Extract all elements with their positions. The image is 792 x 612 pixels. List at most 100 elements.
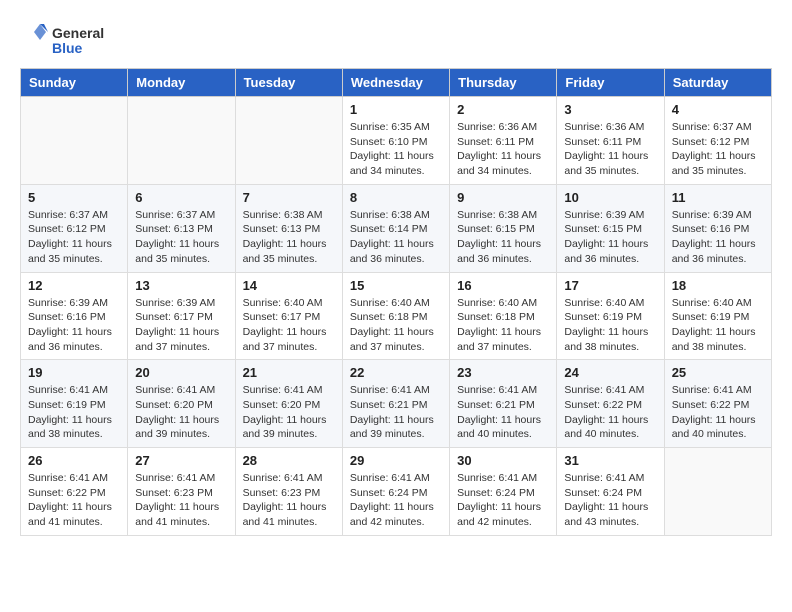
- day-number: 22: [350, 365, 442, 380]
- day-info: Sunrise: 6:36 AMSunset: 6:11 PMDaylight:…: [564, 120, 656, 179]
- calendar-cell: 25 Sunrise: 6:41 AMSunset: 6:22 PMDayligh…: [664, 360, 771, 448]
- day-info: Sunrise: 6:40 AMSunset: 6:17 PMDaylight:…: [243, 296, 335, 355]
- day-number: 13: [135, 278, 227, 293]
- day-info: Sunrise: 6:36 AMSunset: 6:11 PMDaylight:…: [457, 120, 549, 179]
- calendar-cell: 8 Sunrise: 6:38 AMSunset: 6:14 PMDaylight…: [342, 184, 449, 272]
- day-info: Sunrise: 6:41 AMSunset: 6:24 PMDaylight:…: [564, 471, 656, 530]
- day-info: Sunrise: 6:40 AMSunset: 6:18 PMDaylight:…: [457, 296, 549, 355]
- calendar-cell: 27Sunrise: 6:41 AMSunset: 6:23 PMDayligh…: [128, 448, 235, 536]
- header-tuesday: Tuesday: [235, 69, 342, 97]
- logo: General Blue: [20, 20, 130, 58]
- header-friday: Friday: [557, 69, 664, 97]
- day-info: Sunrise: 6:38 AMSunset: 6:15 PMDaylight:…: [457, 208, 549, 267]
- calendar-cell: 9Sunrise: 6:38 AMSunset: 6:15 PMDaylight…: [450, 184, 557, 272]
- calendar-cell: 2 Sunrise: 6:36 AMSunset: 6:11 PMDaylight…: [450, 97, 557, 185]
- calendar-cell: 20Sunrise: 6:41 AMSunset: 6:20 PMDayligh…: [128, 360, 235, 448]
- logo-svg: General Blue: [20, 20, 130, 58]
- day-number: 8: [350, 190, 442, 205]
- calendar-cell: [235, 97, 342, 185]
- header-sunday: Sunday: [21, 69, 128, 97]
- day-number: 26: [28, 453, 120, 468]
- day-number: 14: [243, 278, 335, 293]
- day-info: Sunrise: 6:41 AMSunset: 6:23 PMDaylight:…: [243, 471, 335, 530]
- day-info: Sunrise: 6:41 AMSunset: 6:20 PMDaylight:…: [243, 383, 335, 442]
- day-number: 2: [457, 102, 549, 117]
- day-number: 1: [350, 102, 442, 117]
- day-number: 30: [457, 453, 549, 468]
- calendar-week-3: 12 Sunrise: 6:39 AMSunset: 6:16 PMDayligh…: [21, 272, 772, 360]
- calendar-cell: 4 Sunrise: 6:37 AMSunset: 6:12 PMDaylight…: [664, 97, 771, 185]
- day-info: Sunrise: 6:39 AMSunset: 6:15 PMDaylight:…: [564, 208, 656, 267]
- calendar-cell: [128, 97, 235, 185]
- calendar-cell: 24 Sunrise: 6:41 AMSunset: 6:22 PMDayligh…: [557, 360, 664, 448]
- day-info: Sunrise: 6:39 AMSunset: 6:16 PMDaylight:…: [672, 208, 764, 267]
- day-info: Sunrise: 6:37 AMSunset: 6:12 PMDaylight:…: [672, 120, 764, 179]
- day-number: 4: [672, 102, 764, 117]
- day-number: 7: [243, 190, 335, 205]
- calendar-cell: 29 Sunrise: 6:41 AMSunset: 6:24 PMDayligh…: [342, 448, 449, 536]
- calendar-cell: 12 Sunrise: 6:39 AMSunset: 6:16 PMDayligh…: [21, 272, 128, 360]
- day-number: 10: [564, 190, 656, 205]
- calendar-cell: 6Sunrise: 6:37 AMSunset: 6:13 PMDaylight…: [128, 184, 235, 272]
- calendar-table: SundayMondayTuesdayWednesdayThursdayFrid…: [20, 68, 772, 536]
- day-number: 18: [672, 278, 764, 293]
- calendar-week-1: 1 Sunrise: 6:35 AMSunset: 6:10 PMDaylight…: [21, 97, 772, 185]
- day-info: Sunrise: 6:41 AMSunset: 6:19 PMDaylight:…: [28, 383, 120, 442]
- calendar-cell: 13 Sunrise: 6:39 AMSunset: 6:17 PMDayligh…: [128, 272, 235, 360]
- calendar-cell: 26Sunrise: 6:41 AMSunset: 6:22 PMDayligh…: [21, 448, 128, 536]
- day-number: 29: [350, 453, 442, 468]
- calendar-cell: 28 Sunrise: 6:41 AMSunset: 6:23 PMDayligh…: [235, 448, 342, 536]
- day-info: Sunrise: 6:41 AMSunset: 6:21 PMDaylight:…: [457, 383, 549, 442]
- svg-text:Blue: Blue: [52, 40, 83, 56]
- day-number: 25: [672, 365, 764, 380]
- calendar-cell: 19 Sunrise: 6:41 AMSunset: 6:19 PMDayligh…: [21, 360, 128, 448]
- day-info: Sunrise: 6:39 AMSunset: 6:17 PMDaylight:…: [135, 296, 227, 355]
- calendar-cell: 18 Sunrise: 6:40 AMSunset: 6:19 PMDayligh…: [664, 272, 771, 360]
- day-number: 31: [564, 453, 656, 468]
- day-number: 19: [28, 365, 120, 380]
- day-number: 12: [28, 278, 120, 293]
- day-number: 17: [564, 278, 656, 293]
- day-info: Sunrise: 6:37 AMSunset: 6:12 PMDaylight:…: [28, 208, 120, 267]
- calendar-cell: [664, 448, 771, 536]
- day-number: 21: [243, 365, 335, 380]
- calendar-week-2: 5 Sunrise: 6:37 AMSunset: 6:12 PMDaylight…: [21, 184, 772, 272]
- calendar-cell: 10 Sunrise: 6:39 AMSunset: 6:15 PMDayligh…: [557, 184, 664, 272]
- calendar-cell: 5 Sunrise: 6:37 AMSunset: 6:12 PMDaylight…: [21, 184, 128, 272]
- day-number: 3: [564, 102, 656, 117]
- day-number: 6: [135, 190, 227, 205]
- calendar-cell: [21, 97, 128, 185]
- calendar-cell: 22Sunrise: 6:41 AMSunset: 6:21 PMDayligh…: [342, 360, 449, 448]
- day-info: Sunrise: 6:35 AMSunset: 6:10 PMDaylight:…: [350, 120, 442, 179]
- calendar-cell: 14 Sunrise: 6:40 AMSunset: 6:17 PMDayligh…: [235, 272, 342, 360]
- header-saturday: Saturday: [664, 69, 771, 97]
- day-number: 28: [243, 453, 335, 468]
- day-number: 20: [135, 365, 227, 380]
- day-number: 24: [564, 365, 656, 380]
- day-info: Sunrise: 6:41 AMSunset: 6:22 PMDaylight:…: [672, 383, 764, 442]
- calendar-cell: 3 Sunrise: 6:36 AMSunset: 6:11 PMDaylight…: [557, 97, 664, 185]
- day-info: Sunrise: 6:39 AMSunset: 6:16 PMDaylight:…: [28, 296, 120, 355]
- calendar-cell: 17Sunrise: 6:40 AMSunset: 6:19 PMDayligh…: [557, 272, 664, 360]
- calendar-week-5: 26Sunrise: 6:41 AMSunset: 6:22 PMDayligh…: [21, 448, 772, 536]
- header-wednesday: Wednesday: [342, 69, 449, 97]
- calendar-cell: 1 Sunrise: 6:35 AMSunset: 6:10 PMDaylight…: [342, 97, 449, 185]
- header-monday: Monday: [128, 69, 235, 97]
- day-number: 5: [28, 190, 120, 205]
- calendar-cell: 16 Sunrise: 6:40 AMSunset: 6:18 PMDayligh…: [450, 272, 557, 360]
- page-header: General Blue: [20, 20, 772, 58]
- calendar-cell: 15Sunrise: 6:40 AMSunset: 6:18 PMDayligh…: [342, 272, 449, 360]
- day-info: Sunrise: 6:40 AMSunset: 6:19 PMDaylight:…: [672, 296, 764, 355]
- day-info: Sunrise: 6:41 AMSunset: 6:24 PMDaylight:…: [350, 471, 442, 530]
- day-info: Sunrise: 6:38 AMSunset: 6:14 PMDaylight:…: [350, 208, 442, 267]
- calendar-header-row: SundayMondayTuesdayWednesdayThursdayFrid…: [21, 69, 772, 97]
- day-number: 11: [672, 190, 764, 205]
- day-info: Sunrise: 6:38 AMSunset: 6:13 PMDaylight:…: [243, 208, 335, 267]
- calendar-week-4: 19 Sunrise: 6:41 AMSunset: 6:19 PMDayligh…: [21, 360, 772, 448]
- day-info: Sunrise: 6:41 AMSunset: 6:23 PMDaylight:…: [135, 471, 227, 530]
- day-number: 16: [457, 278, 549, 293]
- day-info: Sunrise: 6:41 AMSunset: 6:22 PMDaylight:…: [564, 383, 656, 442]
- calendar-cell: 31 Sunrise: 6:41 AMSunset: 6:24 PMDayligh…: [557, 448, 664, 536]
- header-thursday: Thursday: [450, 69, 557, 97]
- day-info: Sunrise: 6:40 AMSunset: 6:18 PMDaylight:…: [350, 296, 442, 355]
